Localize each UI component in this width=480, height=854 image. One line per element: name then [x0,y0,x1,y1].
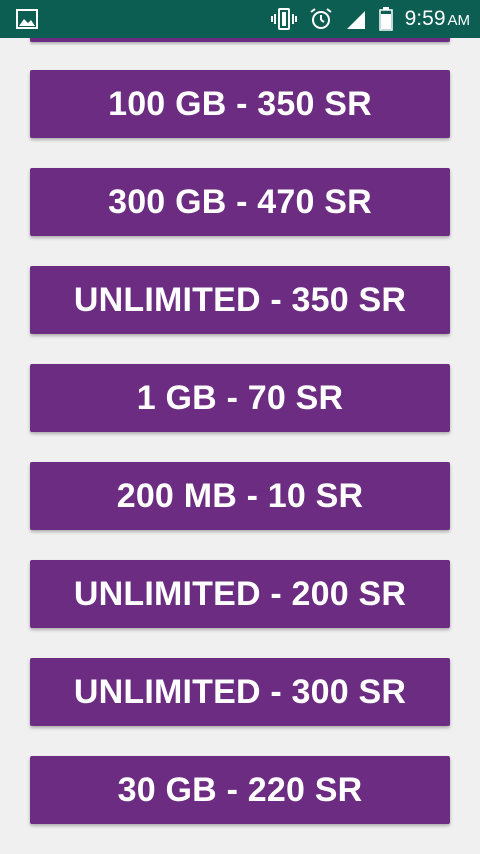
plan-list: 100 GB - 350 SR 300 GB - 470 SR UNLIMITE… [30,70,450,854]
vibrate-icon [270,7,297,31]
status-bar: 9:59 AM [0,0,480,38]
image-icon [16,9,38,29]
plan-button[interactable]: 100 GB - 350 SR [30,70,450,138]
plan-scroll-list[interactable]: 100 GB - 350 SR 300 GB - 470 SR UNLIMITE… [0,38,480,854]
partial-plan-button[interactable] [30,38,450,42]
signal-icon [345,7,367,31]
status-icons: 9:59 AM [270,0,470,38]
battery-icon [378,7,393,31]
clock-ampm: AM [447,12,471,29]
plan-button[interactable]: 1 GB - 70 SR [30,364,450,432]
plan-button[interactable]: UNLIMITED - 200 SR [30,560,450,628]
alarm-icon [309,7,333,31]
plan-button[interactable]: 300 GB - 470 SR [30,168,450,236]
clock-time: 9:59 [404,7,446,30]
plan-button[interactable]: 200 MB - 10 SR [30,462,450,530]
plan-button[interactable]: UNLIMITED - 350 SR [30,266,450,334]
plan-button[interactable]: UNLIMITED - 300 SR [30,658,450,726]
clock: 9:59 AM [405,7,470,31]
plan-button[interactable]: 30 GB - 220 SR [30,756,450,824]
